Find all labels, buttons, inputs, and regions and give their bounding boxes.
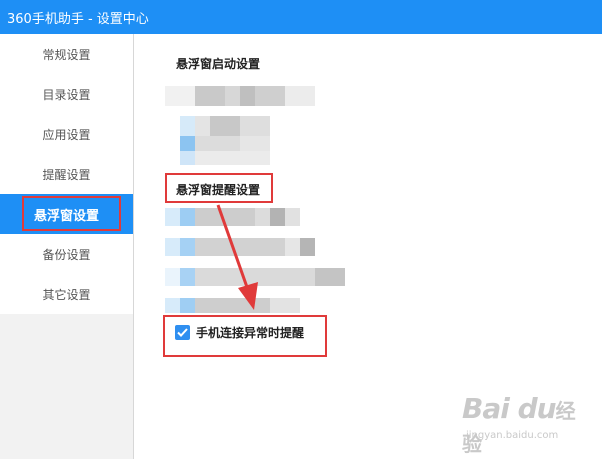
watermark-brand: Bai du经验	[462, 392, 576, 456]
baidu-jingyan-watermark: Bai du经验 jingyan.baidu.com	[462, 390, 582, 456]
checkmark-icon	[177, 328, 188, 337]
reminder-checkbox-label[interactable]: 手机连接异常时提醒	[196, 324, 304, 341]
watermark-url: jingyan.baidu.com	[466, 430, 559, 441]
reminder-checkbox[interactable]	[175, 325, 190, 340]
